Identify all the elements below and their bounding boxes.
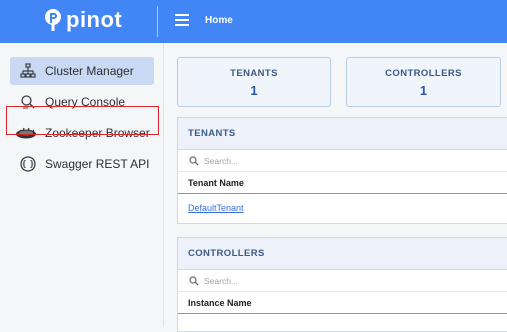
breadcrumb[interactable]: Home — [205, 15, 233, 26]
table-row: DefaultTenant — [178, 194, 507, 222]
search-input[interactable] — [204, 275, 404, 286]
stat-label: CONTROLLERS — [385, 68, 462, 79]
hamburger-menu-icon[interactable] — [175, 14, 189, 28]
search-icon — [189, 155, 199, 165]
tenant-link[interactable]: DefaultTenant — [188, 203, 244, 213]
stat-value: 1 — [250, 83, 258, 98]
sidebar-item-swagger-rest-api[interactable]: Swagger REST API — [10, 150, 154, 178]
panel-title: CONTROLLERS — [178, 238, 507, 270]
stat-label: TENANTS — [230, 68, 278, 79]
pinot-logo[interactable]: pinot — [42, 7, 122, 33]
tenants-panel: TENANTS Tenant Name DefaultTenant — [177, 117, 507, 224]
stat-value: 1 — [419, 83, 428, 98]
controllers-panel: CONTROLLERS Instance Name — [177, 237, 507, 332]
header-divider — [157, 6, 158, 37]
brand-name: pinot — [66, 7, 123, 32]
cluster-icon — [19, 62, 37, 80]
highlight-box — [6, 106, 159, 135]
column-header[interactable]: Tenant Name — [178, 172, 507, 194]
controllers-search — [178, 270, 507, 292]
tenants-stat-card[interactable]: TENANTS 1 — [177, 57, 331, 107]
controllers-stat-card[interactable]: CONTROLLERS 1 — [346, 57, 501, 107]
search-icon — [189, 275, 199, 285]
top-app-bar: pinot Home — [0, 0, 507, 43]
tenants-search — [178, 150, 507, 172]
main-content: TENANTS 1 CONTROLLERS 1 TENANTS Tenant N… — [165, 43, 507, 332]
pinot-logo-icon — [42, 7, 64, 33]
sidebar-item-cluster-manager[interactable]: Cluster Manager — [10, 57, 154, 85]
panel-title: TENANTS — [178, 118, 507, 150]
search-input[interactable] — [204, 155, 404, 166]
sidebar-item-label: Cluster Manager — [45, 64, 134, 78]
column-header[interactable]: Instance Name — [178, 292, 507, 314]
swagger-icon — [19, 155, 37, 173]
sidebar-item-label: Swagger REST API — [45, 157, 150, 171]
sidebar: Cluster Manager Query Console Zookeeper … — [0, 43, 164, 327]
